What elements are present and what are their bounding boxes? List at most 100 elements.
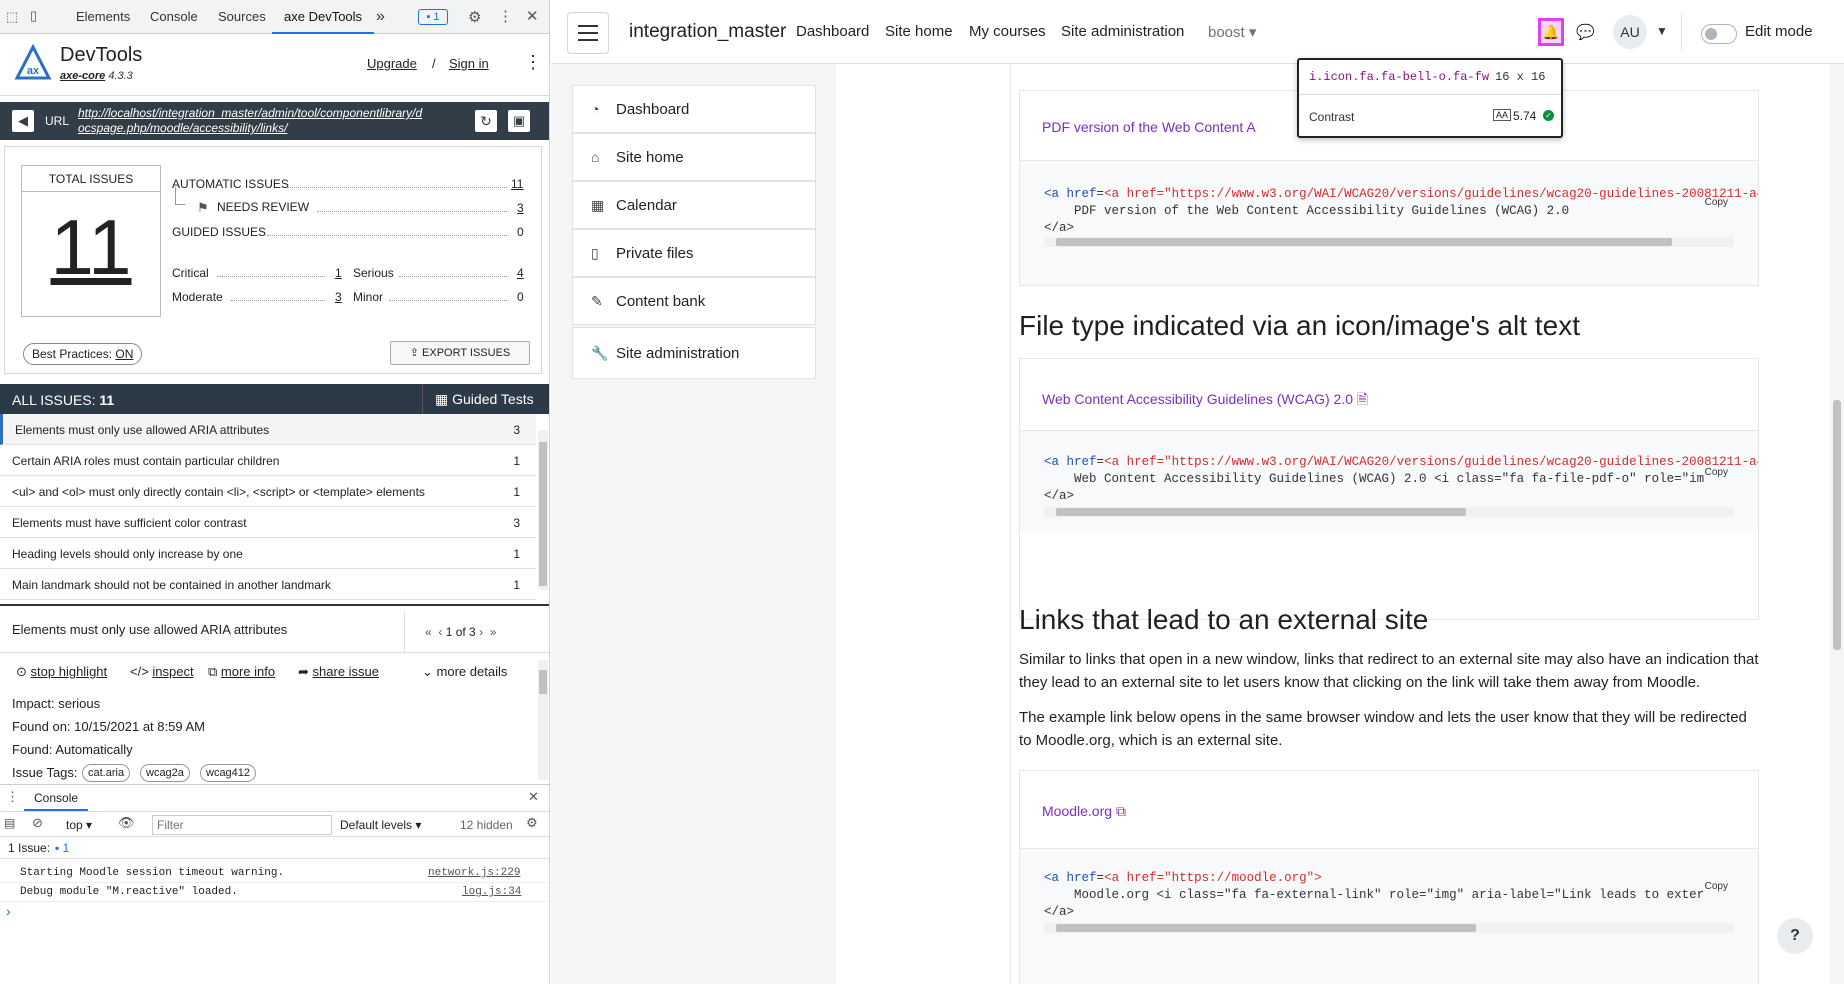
save-icon[interactable]: ▣ (508, 110, 530, 132)
wcag-pdf-link[interactable]: Web Content Accessibility Guidelines (WC… (1042, 389, 1368, 413)
code-scrollbar[interactable] (1044, 923, 1734, 933)
minor-label: Minor (353, 290, 384, 304)
console-filter-input[interactable] (152, 815, 332, 835)
messages-chat-icon[interactable]: 💬 (1576, 23, 1595, 41)
edit-mode-toggle[interactable] (1701, 24, 1737, 44)
devtools-tabbar: ⬚ ▯ Elements Console Sources axe DevTool… (0, 0, 549, 34)
log-source-link[interactable]: log.js:34 (462, 886, 521, 898)
tab-sources[interactable]: Sources (218, 0, 266, 34)
share-issue-button[interactable]: ➦ share issue (298, 664, 379, 680)
issues-scrollbar[interactable] (538, 430, 548, 590)
total-issues-count[interactable]: 11 (22, 202, 160, 292)
serious-count[interactable]: 4 (517, 266, 524, 280)
issue-row[interactable]: <ul> and <ol> must only directly contain… (0, 476, 536, 507)
automatic-issues-count[interactable]: 11 (511, 177, 523, 191)
user-menu-chevron-icon[interactable]: ▼ (1656, 24, 1668, 38)
stop-highlight-button[interactable]: ⊙ stop highlight (16, 664, 107, 680)
issue-row[interactable]: Elements must only use allowed ARIA attr… (0, 414, 536, 445)
back-arrow-icon[interactable]: ◀ (12, 110, 34, 132)
detail-scrollbar[interactable] (538, 660, 548, 780)
next-page-icon[interactable]: › (479, 625, 483, 639)
issue-row[interactable]: Main landmark should not be contained in… (0, 569, 536, 600)
tab-elements[interactable]: Elements (76, 0, 130, 34)
notification-bell-icon[interactable]: 🔔 (1538, 18, 1564, 46)
rescan-icon[interactable]: ↻ (475, 110, 497, 132)
devtools-panel: ⬚ ▯ Elements Console Sources axe DevTool… (0, 0, 550, 984)
critical-count[interactable]: 1 (335, 266, 342, 280)
avatar[interactable]: AU (1613, 15, 1647, 49)
section-heading: Links that lead to an external site (1019, 604, 1429, 635)
kebab-menu-icon[interactable]: ⋮ (498, 7, 513, 25)
moodle-org-link[interactable]: Moodle.org ⧉ (1042, 803, 1126, 820)
drawer-item-site-administration[interactable]: 🔧 Site administration (572, 327, 816, 379)
page-scrollbar[interactable] (1830, 64, 1844, 984)
issue-row[interactable]: Certain ARIA roles must contain particul… (0, 445, 536, 476)
console-tab[interactable]: Console (24, 785, 89, 811)
drawer-toggle-button[interactable] (567, 12, 609, 54)
drawer-item-calendar[interactable]: ▦ Calendar (572, 181, 816, 229)
nav-site-home[interactable]: Site home (885, 23, 953, 40)
page-url[interactable]: http://localhost/integration_master/admi… (78, 106, 422, 136)
theme-dropdown[interactable]: boost ▾ (1208, 23, 1256, 41)
drawer-item-dashboard[interactable]: ◔ Dashboard (572, 85, 816, 133)
code-line: PDF version of the Web Content Accessibi… (1044, 204, 1570, 218)
more-info-button[interactable]: ⧉ more info (208, 664, 275, 680)
clear-console-icon[interactable]: ⊘ (32, 815, 43, 831)
pdf-version-link[interactable]: PDF version of the Web Content A (1042, 119, 1256, 135)
last-page-icon[interactable]: » (490, 625, 497, 639)
issue-row[interactable]: Heading levels should only increase by o… (0, 538, 536, 569)
copy-button[interactable]: Copy (1705, 197, 1728, 208)
log-source-link[interactable]: network.js:229 (428, 867, 520, 879)
moderate-count[interactable]: 3 (335, 290, 342, 304)
inspect-cursor-icon[interactable]: ⬚ (6, 9, 18, 25)
context-select[interactable]: top ▾ (66, 818, 92, 832)
issue-row[interactable]: Elements must have sufficient color cont… (0, 507, 536, 538)
critical-label: Critical (172, 266, 209, 280)
needs-review-count[interactable]: 3 (517, 201, 524, 215)
chat-icon: ▪ (426, 11, 431, 23)
copy-button[interactable]: Copy (1705, 467, 1728, 478)
console-drawer: ⋮ Console ✕ ▤ ⊘ top ▾ 👁 Default levels ▾… (0, 784, 549, 984)
console-prompt[interactable]: › (6, 903, 11, 919)
nav-my-courses[interactable]: My courses (969, 23, 1046, 40)
console-log: Debug module "M.reactive" loaded. (20, 886, 238, 898)
drawer-item-private-files[interactable]: ▯ Private files (572, 229, 816, 277)
prev-page-icon[interactable]: ‹ (438, 625, 442, 639)
console-settings-icon[interactable]: ⚙ (526, 815, 538, 831)
edit-mode-label: Edit mode (1745, 23, 1813, 40)
code-scrollbar[interactable] (1044, 237, 1734, 247)
nav-site-administration[interactable]: Site administration (1061, 23, 1184, 40)
first-page-icon[interactable]: « (425, 625, 432, 639)
more-details-toggle[interactable]: ⌄ more details (422, 664, 507, 680)
axe-menu-icon[interactable]: ⋮ (524, 52, 542, 73)
best-practices-toggle[interactable]: Best Practices: ON (23, 343, 143, 365)
site-name[interactable]: integration_master (629, 21, 786, 43)
nav-dashboard[interactable]: Dashboard (796, 23, 869, 40)
section-heading: File type indicated via an icon/image's … (1019, 310, 1580, 341)
more-tabs-button[interactable]: » (376, 0, 385, 34)
export-issues-button[interactable]: ⇪ EXPORT ISSUES (390, 341, 530, 365)
detail-pager[interactable]: « ‹ 1 of 3 › » (404, 612, 549, 652)
eye-icon[interactable]: 👁 (118, 815, 135, 831)
console-issue-badge[interactable]: ▪ 1 (55, 841, 69, 855)
help-button[interactable]: ? (1777, 918, 1813, 954)
code-scrollbar[interactable] (1044, 507, 1734, 517)
drawer-menu-icon[interactable]: ⋮ (6, 789, 19, 805)
device-toggle-icon[interactable]: ▯ (30, 8, 37, 24)
tags-label: Issue Tags: (12, 765, 78, 780)
levels-select[interactable]: Default levels ▾ (340, 818, 421, 832)
guided-tests-button[interactable]: ▦ Guided Tests (422, 384, 549, 414)
copy-button[interactable]: Copy (1705, 881, 1728, 892)
drawer-item-content-bank[interactable]: ✎ Content bank (572, 277, 816, 325)
issues-badge[interactable]: ▪ 1 (418, 9, 448, 25)
sidebar-toggle-icon[interactable]: ▤ (4, 816, 15, 830)
tab-axe-devtools[interactable]: axe DevTools (272, 0, 375, 34)
drawer-item-site-home[interactable]: ⌂ Site home (572, 133, 816, 181)
settings-gear-icon[interactable]: ⚙ (468, 8, 481, 26)
close-drawer-icon[interactable]: ✕ (528, 789, 539, 805)
signin-link[interactable]: Sign in (449, 56, 489, 71)
tab-console[interactable]: Console (150, 0, 198, 34)
close-devtools-icon[interactable]: ✕ (526, 7, 539, 25)
inspect-button[interactable]: </> inspect (130, 664, 194, 679)
upgrade-link[interactable]: Upgrade (367, 56, 417, 71)
